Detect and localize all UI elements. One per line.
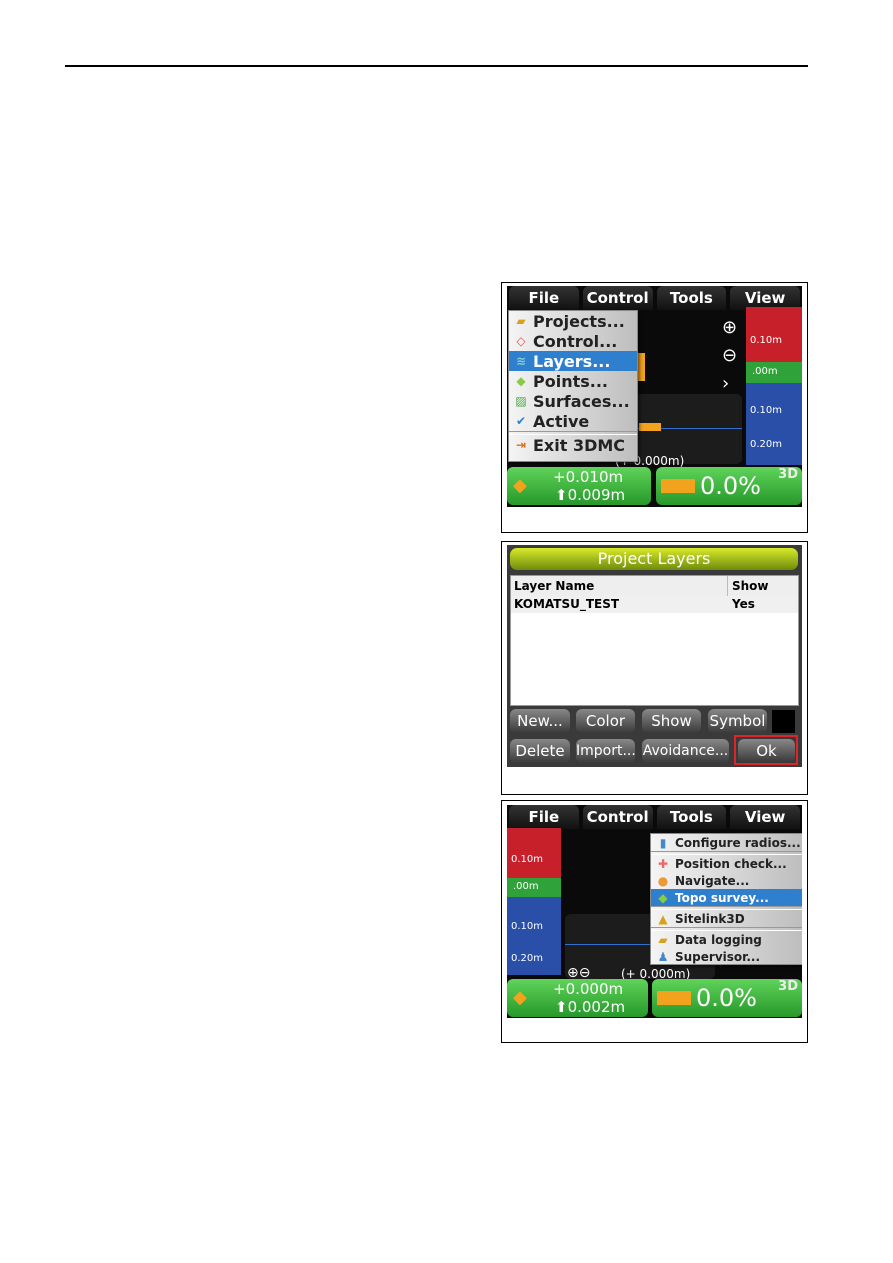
menu-item-navigate[interactable]: ● Navigate... (651, 872, 802, 889)
dialog-title: Project Layers (510, 548, 798, 570)
points-icon: ◆ (516, 374, 526, 388)
show-button[interactable]: Show (642, 709, 701, 733)
position-check-icon: ✚ (657, 856, 669, 871)
column-header-show[interactable]: Show (728, 576, 798, 596)
new-button[interactable]: New... (510, 709, 570, 733)
surfaces-icon: ▨ (515, 394, 527, 408)
machine-icon: ◆ (513, 987, 527, 1008)
figure-project-layers: Project Layers Layer Name Show KOMATSU_T… (501, 541, 808, 795)
menu-item-surfaces[interactable]: ▨ Surfaces... (509, 391, 637, 411)
import-button[interactable]: Import... (576, 739, 636, 763)
menu-item-exit[interactable]: ⇥ Exit 3DMC (509, 435, 637, 455)
tools-dropdown: ▮ Configure radios... ✚ Position check... … (650, 833, 802, 965)
menu-item-sitelink3d[interactable]: ▲ Sitelink3D (651, 910, 802, 927)
zoom-out-icon[interactable]: ⊖ (722, 342, 737, 370)
delete-button[interactable]: Delete (510, 739, 570, 763)
machine-screen: File Control Tools View 0.10m .00m 0.10m… (507, 805, 802, 1018)
menu-bar: File Control Tools View (507, 805, 802, 829)
slope-status: 0.0% 3D (652, 979, 802, 1017)
menu-file[interactable]: File (509, 286, 579, 310)
elevation-ruler: 0.10m .00m 0.10m 0.20m (746, 307, 802, 465)
zoom-controls: ⊕ ⊖ › (722, 314, 737, 398)
symbol-button[interactable]: Symbol (708, 709, 767, 733)
ok-button[interactable]: Ok (738, 739, 795, 762)
blade-marker (639, 423, 661, 431)
figure-file-menu: File Control Tools View 0.10m .00m 0.10m… (501, 282, 808, 533)
supervisor-icon: ♟ (657, 949, 669, 964)
sitelink-icon: ▲ (658, 911, 668, 926)
color-button[interactable]: Color (576, 709, 635, 733)
check-icon: ✔ (515, 414, 527, 428)
radio-icon: ▮ (659, 835, 667, 850)
column-header-layer-name[interactable]: Layer Name (511, 576, 728, 596)
menu-item-projects[interactable]: ▰ Projects... (509, 311, 637, 331)
machine-icon: ◆ (513, 475, 527, 496)
menu-control[interactable]: Control (582, 286, 653, 310)
elevation-ruler: 0.10m .00m 0.10m 0.20m (507, 828, 561, 975)
menu-tools[interactable]: Tools (656, 286, 727, 310)
header-rule (65, 65, 808, 67)
slope-bar (661, 479, 695, 493)
table-row[interactable]: KOMATSU_TEST Yes (511, 596, 798, 613)
navigate-icon: ● (657, 873, 669, 888)
menu-item-layers[interactable]: ≋ Layers... (509, 351, 637, 371)
zoom-in-icon[interactable]: ⊕ (722, 314, 737, 342)
slope-bar (657, 991, 691, 1005)
menu-item-position-check[interactable]: ✚ Position check... (651, 855, 802, 872)
menu-item-points[interactable]: ◆ Points... (509, 371, 637, 391)
menu-item-active[interactable]: ✔ Active (509, 411, 637, 431)
avoidance-button[interactable]: Avoidance... (642, 739, 729, 763)
symbol-preview (772, 710, 795, 733)
machine-screen: File Control Tools View 0.10m .00m 0.10m… (507, 286, 802, 507)
menu-item-configure-radios[interactable]: ▮ Configure radios... (651, 834, 802, 851)
menu-item-data-logging[interactable]: ▰ Data logging (651, 931, 802, 948)
menu-view[interactable]: View (730, 805, 800, 829)
slope-status: 0.0% 3D (656, 467, 802, 505)
control-diamond-icon: ◇ (516, 334, 526, 348)
manual-page: File Control Tools View 0.10m .00m 0.10m… (0, 0, 893, 1263)
menu-item-supervisor[interactable]: ♟ Supervisor... (651, 948, 802, 965)
cut-fill-status: ◆ +0.000m ⬆0.002m (507, 979, 648, 1017)
topo-icon: ◆ (658, 890, 668, 905)
data-logging-icon: ▰ (658, 932, 668, 947)
folder-icon: ▰ (516, 314, 526, 328)
menu-item-topo-survey[interactable]: ◆ Topo survey... (651, 889, 802, 906)
menu-control[interactable]: Control (582, 805, 653, 829)
project-layers-dialog: Project Layers Layer Name Show KOMATSU_T… (507, 545, 802, 767)
menu-tools[interactable]: Tools (656, 805, 727, 829)
menu-file[interactable]: File (509, 805, 579, 829)
cut-fill-status: ◆ +0.010m ⬆0.009m (507, 467, 651, 505)
file-dropdown: ▰ Projects... ◇ Control... ≋ Layers... ◆ Poi… (508, 310, 638, 462)
layers-table: Layer Name Show KOMATSU_TEST Yes (510, 575, 799, 706)
layers-icon: ≋ (515, 354, 527, 368)
figure-tools-menu: File Control Tools View 0.10m .00m 0.10m… (501, 800, 808, 1043)
exit-icon: ⇥ (515, 438, 527, 452)
menu-item-control[interactable]: ◇ Control... (509, 331, 637, 351)
